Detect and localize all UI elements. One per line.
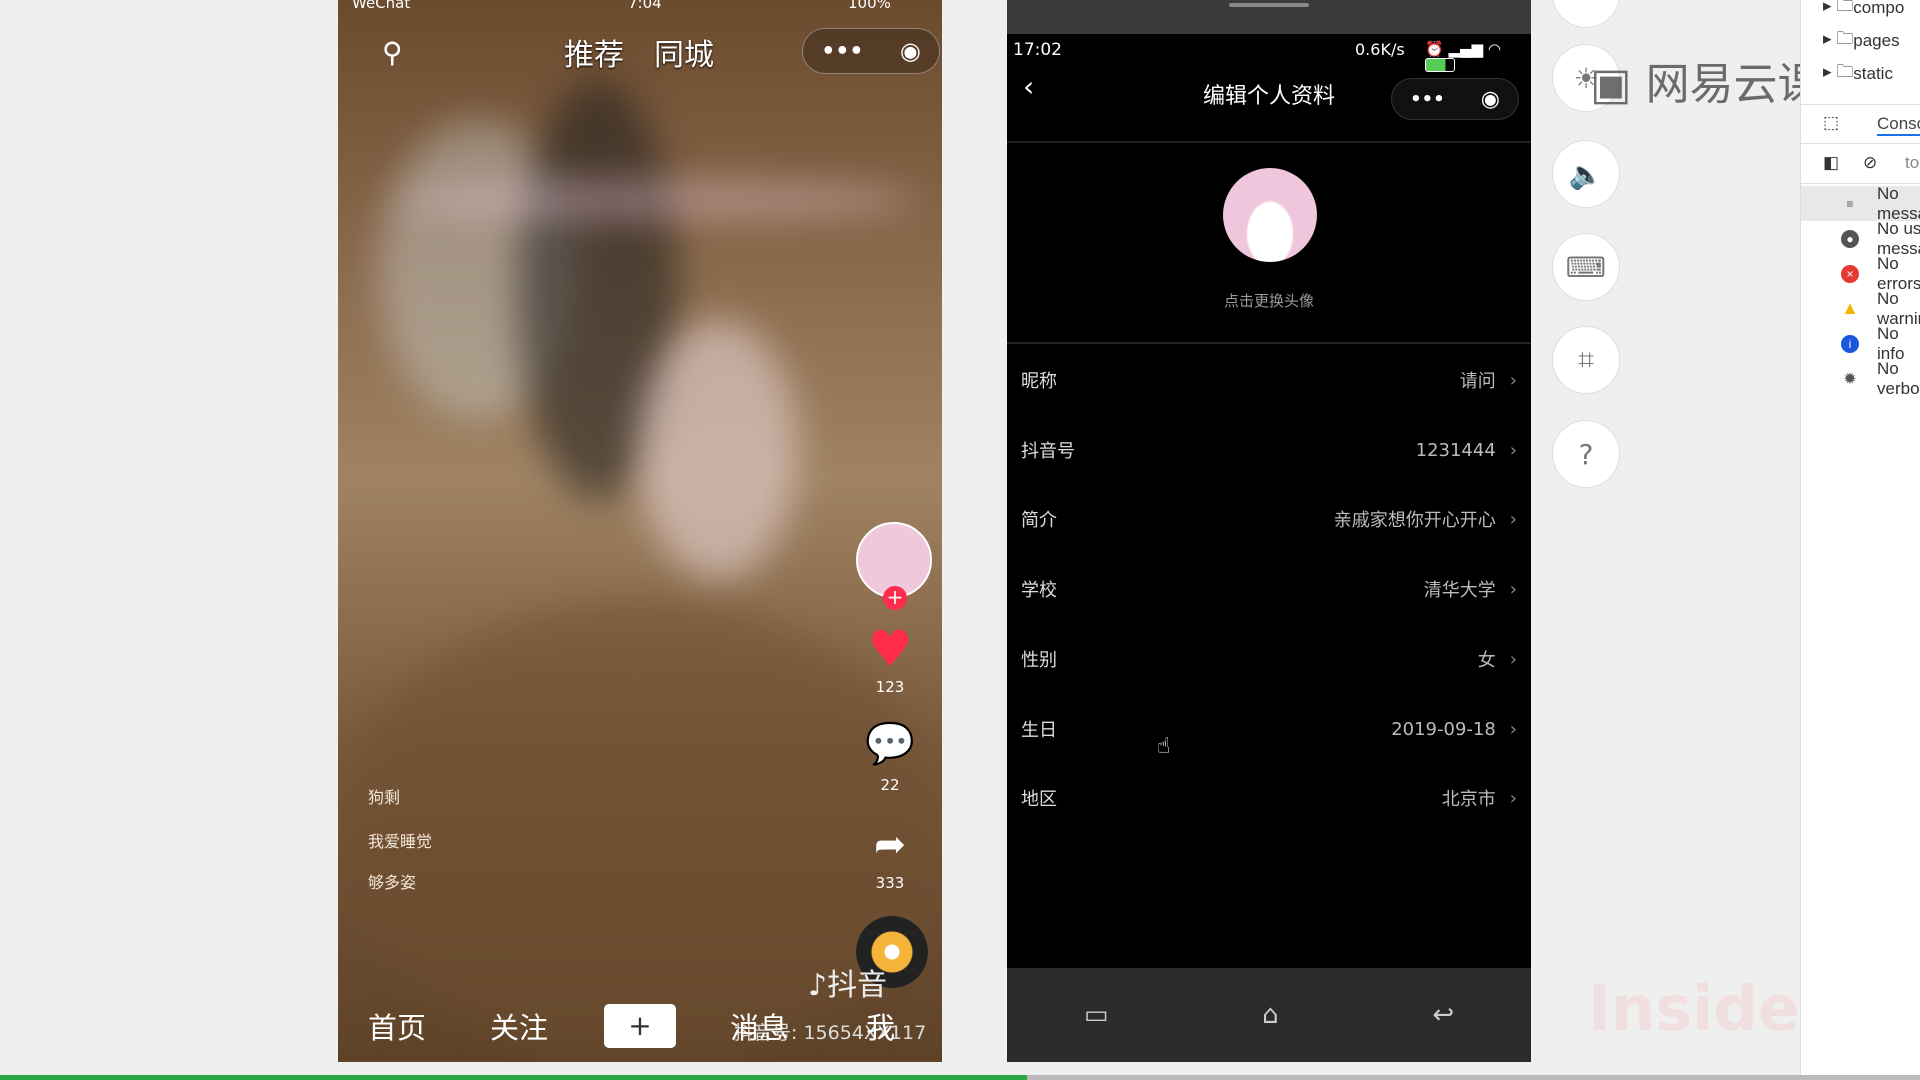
field-row-school[interactable]: 学校 清华大学 › — [1007, 554, 1531, 624]
volume-icon[interactable]: 🔈 — [1552, 140, 1620, 208]
console-toolbar: ◧ ⊘ to — [1801, 144, 1920, 184]
filter-messages[interactable]: ≡No messages — [1801, 184, 1920, 223]
comment-count: 22 — [880, 776, 900, 794]
field-row-bio[interactable]: 简介 亲戚家想你开心开心 › — [1007, 484, 1531, 554]
mini-program-capsule: ••• ◉ — [1391, 78, 1519, 120]
video-progress-bar[interactable] — [0, 1075, 1920, 1080]
comment-icon[interactable]: 💬 — [850, 720, 930, 767]
status-carrier: WeChat — [352, 0, 411, 12]
caption-line: 我爱睡觉 — [368, 832, 433, 851]
more-icon[interactable]: ••• — [1410, 89, 1445, 110]
follow-plus-icon[interactable]: + — [883, 586, 907, 610]
close-target-icon[interactable]: ◉ — [1481, 87, 1500, 112]
video-progress-fill — [0, 1075, 1028, 1080]
chevron-right-icon: › — [1509, 508, 1517, 530]
phone-top-bezel — [1007, 0, 1531, 34]
chevron-right-icon: › — [1509, 648, 1517, 670]
filter-info[interactable]: i No info — [1801, 324, 1920, 363]
context-select[interactable]: to — [1905, 153, 1919, 173]
filter-errors[interactable]: × No errors — [1801, 254, 1920, 293]
divider — [1007, 342, 1531, 344]
devtools-panel: ▸ 🗀 compo ▸ 🗀 pages ▸ 🗀 static ⬚ Console… — [1800, 0, 1920, 1075]
inspect-icon[interactable]: ⬚ — [1823, 113, 1839, 133]
chevron-right-icon: › — [1509, 787, 1517, 809]
douyin-watermark: ♪抖音 — [808, 968, 888, 1003]
tab-recommend[interactable]: 推荐 — [564, 30, 624, 74]
field-row-region[interactable]: 地区 北京市 › — [1007, 763, 1531, 833]
field-row-douyin-id[interactable]: 抖音号 1231444 › — [1007, 415, 1531, 485]
publish-button[interactable]: + — [604, 1004, 676, 1048]
field-row-gender[interactable]: 性别女 › — [1007, 624, 1531, 694]
sidebar-toggle-icon[interactable]: ◧ — [1823, 153, 1839, 173]
field-row-birthday[interactable]: 生日 2019-09-18 › — [1007, 694, 1531, 764]
chevron-right-icon: › — [1509, 369, 1517, 391]
back-arrow-icon[interactable]: ↩ — [1432, 1000, 1454, 1030]
share-count: 333 — [875, 874, 905, 892]
filter-verbose[interactable]: ✹No verbose — [1801, 359, 1920, 398]
more-icon[interactable]: ••• — [821, 39, 863, 64]
change-avatar-hint[interactable]: 点击更换头像 — [1007, 290, 1531, 311]
heart-icon[interactable]: ♥ — [850, 620, 930, 678]
chevron-right-icon: › — [1509, 578, 1517, 600]
search-icon[interactable]: ⚲ — [382, 36, 403, 69]
tab-nearby[interactable]: 同城 — [654, 30, 714, 74]
nav-me[interactable]: 我 — [866, 1005, 895, 1047]
nav-messages[interactable]: 消息 — [730, 1005, 788, 1047]
home-icon[interactable]: ⌂ — [1262, 1000, 1279, 1030]
status-battery: 100% — [848, 0, 891, 12]
edit-profile-phone: 17:02 0.6K/s ⏰ ▂▄▆ ◠ ‹ 编辑个人资料 ••• ◉ 点击更换… — [1007, 0, 1531, 1062]
profile-avatar[interactable] — [1223, 168, 1317, 262]
tree-item[interactable]: ▸ 🗀 pages — [1801, 23, 1920, 58]
status-time: 7:04 — [628, 0, 662, 12]
divider — [1007, 141, 1531, 143]
mouse-cursor-icon: ☝ — [1157, 734, 1171, 759]
tree-item[interactable]: ▸ 🗀 static — [1801, 56, 1920, 91]
android-nav-bar: ▭ ⌂ ↩ — [1007, 968, 1531, 1062]
tree-item[interactable]: ▸ 🗀 compo — [1801, 0, 1920, 25]
share-icon[interactable]: ➦ — [850, 822, 930, 866]
caption-line: 狗剩 — [368, 788, 401, 807]
mini-program-capsule: ••• ◉ — [802, 28, 940, 74]
keyboard-icon[interactable]: ⌨ — [1552, 233, 1620, 301]
nav-follow[interactable]: 关注 — [490, 1005, 548, 1047]
like-count: 123 — [875, 678, 905, 696]
status-speed: 0.6K/s — [1355, 40, 1405, 59]
clear-console-icon[interactable]: ⊘ — [1863, 153, 1877, 173]
devtools-tabbar: ⬚ Console — [1801, 104, 1920, 144]
chevron-right-icon: › — [1509, 439, 1517, 461]
crop-icon[interactable]: ⌗ — [1552, 326, 1620, 394]
status-time: 17:02 — [1013, 40, 1062, 60]
nav-home[interactable]: 首页 — [368, 1005, 426, 1047]
close-target-icon[interactable]: ◉ — [900, 37, 921, 65]
field-row-nickname[interactable]: 昵称 请问 › — [1007, 345, 1531, 415]
recent-apps-icon[interactable]: ▭ — [1084, 1000, 1109, 1030]
tab-console[interactable]: Console — [1877, 114, 1920, 136]
help-icon[interactable]: ? — [1552, 420, 1620, 488]
status-icons: ⏰ ▂▄▆ ◠ — [1425, 40, 1531, 76]
filter-warnings[interactable]: ▲No warnings — [1801, 289, 1920, 328]
tool-button[interactable] — [1552, 0, 1620, 28]
douyin-video-phone: WeChat 7:04 100% ⚲ 推荐 同城 ••• ◉ + ♥ 123 💬… — [338, 0, 942, 1062]
caption-line: 够多姿 — [368, 873, 417, 892]
filter-user-messages[interactable]: ●No user messages — [1801, 219, 1920, 258]
chevron-right-icon: › — [1509, 718, 1517, 740]
